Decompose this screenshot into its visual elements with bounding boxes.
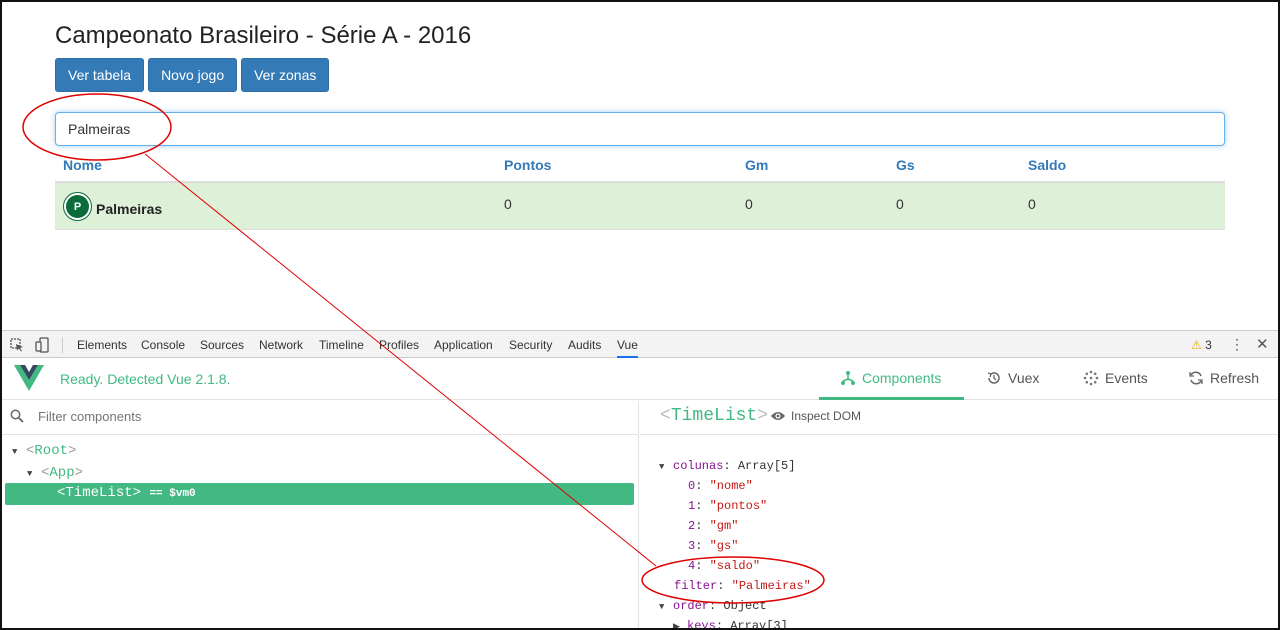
- tab-components-label: Components: [862, 370, 942, 386]
- ver-zonas-button[interactable]: Ver zonas: [241, 58, 330, 92]
- prop-colunas-item: 3: "gs": [688, 539, 739, 553]
- team-name: Palmeiras: [96, 200, 163, 217]
- warning-icon: ⚠: [1191, 338, 1202, 352]
- ver-tabela-button[interactable]: Ver tabela: [55, 58, 145, 92]
- vue-logo-icon: [14, 365, 44, 396]
- filter-bar: [0, 401, 639, 435]
- prop-colunas-item: 4: "saldo": [688, 559, 761, 573]
- header-gs[interactable]: Gs: [896, 157, 915, 173]
- toolbar-divider: [62, 337, 63, 353]
- prop-colunas-item: 1: "pontos": [688, 499, 768, 513]
- active-tab-indicator: [819, 397, 964, 400]
- divider: [640, 434, 1280, 435]
- component-tree-pane: ▼<Root> ▼<App> <TimeList> == $vm0: [0, 401, 639, 630]
- refresh-icon: [1189, 371, 1203, 385]
- component-state-pane: <TimeList> Inspect DOM ▼ colunas: Array[5…: [640, 401, 1280, 630]
- header-nome[interactable]: Nome: [63, 157, 102, 173]
- components-icon: [841, 371, 855, 385]
- team-cell: P Palmeiras: [63, 192, 162, 221]
- warnings-count: 3: [1205, 338, 1212, 352]
- devtools-tab-bar: Elements Console Sources Network Timelin…: [0, 330, 1280, 358]
- tab-application[interactable]: Application: [434, 338, 493, 352]
- nav-buttons: Ver tabela Novo jogo Ver zonas: [55, 58, 330, 92]
- header-gm[interactable]: Gm: [745, 157, 768, 173]
- filter-components-input[interactable]: [38, 409, 538, 424]
- expand-arrow-icon[interactable]: ▼: [27, 469, 41, 479]
- cell-gm: 0: [745, 196, 753, 212]
- cell-saldo: 0: [1028, 196, 1036, 212]
- close-icon[interactable]: ✕: [1256, 335, 1269, 353]
- vue-devtools-header: Ready. Detected Vue 2.1.8. Components Vu…: [0, 358, 1280, 400]
- tab-sources[interactable]: Sources: [200, 338, 244, 352]
- prop-colunas-item: 2: "gm": [688, 519, 739, 533]
- refresh-button[interactable]: Refresh: [1188, 370, 1259, 386]
- tab-network[interactable]: Network: [259, 338, 303, 352]
- prop-filter[interactable]: filter: "Palmeiras": [674, 579, 811, 593]
- table-row[interactable]: P Palmeiras 0 0 0 0: [55, 183, 1225, 230]
- tab-vue[interactable]: Vue: [617, 338, 638, 358]
- tab-events[interactable]: Events: [1083, 370, 1148, 386]
- search-input[interactable]: [55, 112, 1225, 146]
- cell-gs: 0: [896, 196, 904, 212]
- more-options-icon[interactable]: ⋮: [1230, 336, 1244, 353]
- prop-order[interactable]: ▼ order: Object: [659, 599, 767, 613]
- collapse-arrow-icon[interactable]: ▶: [673, 622, 687, 630]
- tab-profiles[interactable]: Profiles: [379, 338, 419, 352]
- tree-node-app[interactable]: ▼ <App>: [27, 465, 83, 481]
- selected-component-title: <TimeList>: [660, 406, 769, 426]
- tab-vuex-label: Vuex: [1008, 370, 1040, 386]
- header-pontos[interactable]: Pontos: [504, 157, 551, 173]
- expand-arrow-icon[interactable]: ▼: [659, 602, 673, 612]
- tab-security[interactable]: Security: [509, 338, 552, 352]
- tab-timeline[interactable]: Timeline: [319, 338, 364, 352]
- page-title: Campeonato Brasileiro - Série A - 2016: [55, 22, 472, 49]
- inspect-dom-button[interactable]: Inspect DOM: [770, 409, 861, 423]
- inspect-element-icon[interactable]: [8, 336, 26, 354]
- header-saldo[interactable]: Saldo: [1028, 157, 1066, 173]
- tab-elements[interactable]: Elements: [77, 338, 127, 352]
- devtools-panel: Elements Console Sources Network Timelin…: [0, 330, 1280, 630]
- tab-vuex[interactable]: Vuex: [986, 370, 1039, 386]
- table-header: Nome Pontos Gm Gs Saldo: [55, 150, 1225, 183]
- events-icon: [1083, 370, 1099, 386]
- palmeiras-crest-icon: P: [63, 192, 92, 221]
- history-icon: [987, 372, 1000, 384]
- tab-components[interactable]: Components: [840, 370, 941, 386]
- inspect-dom-label: Inspect DOM: [791, 409, 862, 423]
- tab-events-label: Events: [1105, 370, 1148, 386]
- expand-arrow-icon[interactable]: ▼: [659, 462, 673, 472]
- prop-colunas-item: 0: "nome": [688, 479, 753, 493]
- novo-jogo-button[interactable]: Novo jogo: [148, 58, 238, 92]
- prop-keys[interactable]: ▶ keys: Array[3]: [673, 619, 788, 630]
- tree-node-root[interactable]: ▼ <Root>: [12, 443, 76, 459]
- tree-node-timelist-selected[interactable]: <TimeList> == $vm0: [5, 483, 634, 505]
- device-toggle-icon[interactable]: [33, 336, 51, 354]
- selected-component-label: <TimeList> == $vm0: [57, 485, 196, 501]
- refresh-label: Refresh: [1210, 370, 1260, 386]
- cell-pontos: 0: [504, 196, 512, 212]
- vue-status: Ready. Detected Vue 2.1.8.: [60, 371, 231, 387]
- search-icon: [10, 409, 24, 426]
- tab-audits[interactable]: Audits: [568, 338, 601, 352]
- tab-console[interactable]: Console: [141, 338, 185, 352]
- warnings-badge[interactable]: ⚠ 3: [1191, 338, 1212, 352]
- eye-icon: [771, 412, 785, 420]
- prop-colunas[interactable]: ▼ colunas: Array[5]: [659, 459, 795, 473]
- expand-arrow-icon[interactable]: ▼: [12, 447, 26, 457]
- standings-table: Nome Pontos Gm Gs Saldo P Palmeiras 0 0 …: [55, 150, 1225, 230]
